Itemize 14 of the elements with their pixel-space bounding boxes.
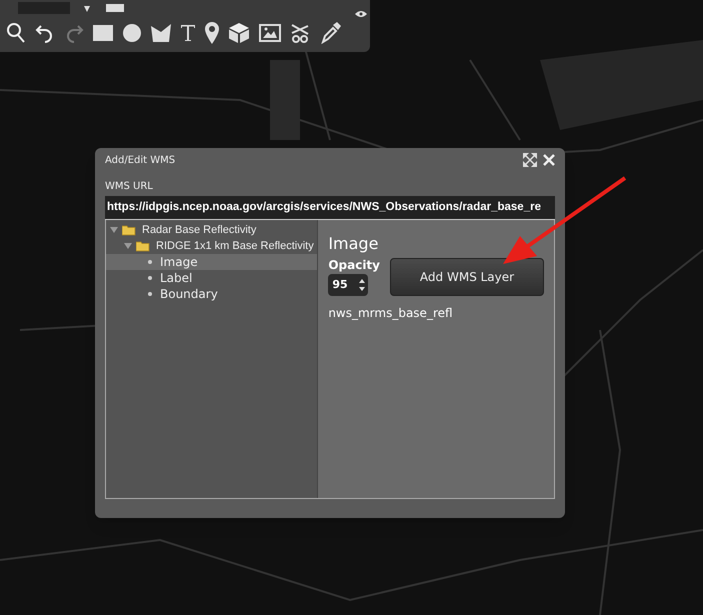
layer-name: nws_mrms_base_refl — [328, 305, 454, 322]
tree-folder-label[interactable]: RIDGE 1x1 km Base Reflectivity — [156, 238, 314, 254]
add-wms-layer-button[interactable]: Add WMS Layer — [390, 258, 544, 296]
url-value: https://idpgis.ncep.noaa.gov/arcgis/services/NWS_Observations/radar_base_re — [107, 200, 541, 215]
layer-heading: Image — [328, 234, 380, 254]
tree-item[interactable]: Boundary — [106, 286, 318, 302]
opacity-spinner[interactable]: 95 — [328, 274, 368, 296]
url-label: WMS URL — [105, 180, 154, 194]
tree-item[interactable]: Image — [106, 254, 318, 270]
dialog-title: Add/Edit WMS — [105, 154, 176, 168]
tree-item[interactable]: Label — [106, 270, 318, 286]
opacity-label: Opacity — [328, 257, 380, 274]
url-field[interactable]: https://idpgis.ncep.noaa.gov/arcgis/services/NWS_Observations/radar_base_re — [105, 196, 555, 220]
tree-folder-label[interactable]: Radar Base Reflectivity — [142, 222, 256, 238]
